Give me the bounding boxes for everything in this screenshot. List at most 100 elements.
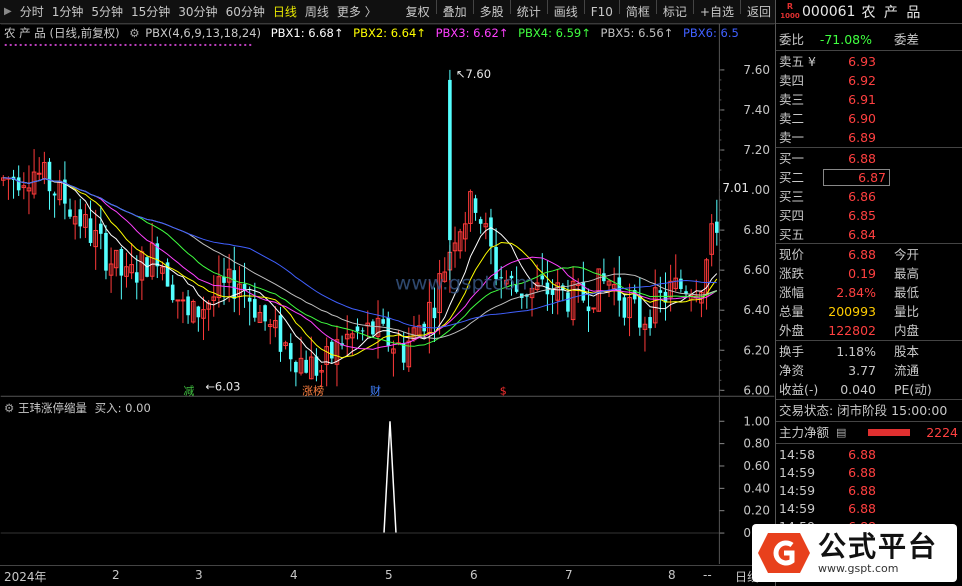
bid-label: 买五 <box>779 227 805 242</box>
period-tab-4[interactable]: 30分钟 <box>174 0 221 24</box>
legend-dot <box>234 43 237 46</box>
toolbar-divider <box>739 0 741 14</box>
period-tab-8[interactable]: 更多 〉 <box>333 0 381 24</box>
stat-label: 现价 <box>779 247 805 262</box>
tick-price: 6.88 <box>848 501 876 516</box>
main-net-row: 主力净额 ▤ 2224 <box>776 423 962 442</box>
tick-time: 14:59 <box>779 501 816 516</box>
toolbar-button-6[interactable]: 简框 <box>622 0 654 24</box>
brand-watermark: 公式平台 www.gspt.com <box>752 524 957 582</box>
toolbar-button-2[interactable]: 多股 <box>476 0 508 24</box>
stat-label2: 内盘 <box>894 323 920 338</box>
candle-body <box>288 343 293 360</box>
main-net-value: 2224 <box>926 425 958 440</box>
candle-body <box>658 290 663 293</box>
legend-dot <box>229 43 232 46</box>
legend-dot <box>194 43 197 46</box>
candle-body <box>622 297 627 318</box>
price-axis-label: 6.60 <box>743 263 770 277</box>
toolbar-divider <box>546 0 548 14</box>
order-ratio-row: 委比 -71.08% 委差 <box>776 30 962 49</box>
main-net-label: 主力净额 <box>779 425 830 440</box>
period-tab-1[interactable]: 1分钟 <box>48 0 88 24</box>
legend-dot <box>174 43 177 46</box>
pbx2-value: PBX2: 6.64↑ <box>353 26 426 40</box>
bid-price: 6.84 <box>848 227 876 242</box>
legend-dot <box>134 43 137 46</box>
toolbar-button-0[interactable]: 复权 <box>402 0 434 24</box>
legend-dot <box>44 43 47 46</box>
legend-dot <box>84 43 87 46</box>
toolbar-button-9[interactable]: 返回 <box>743 0 775 24</box>
stat2-row: 净资 3.77 流通 <box>776 361 962 380</box>
toolbar-button-1[interactable]: 叠加 <box>439 0 471 24</box>
ask-price: 6.93 <box>848 54 876 69</box>
dropdown-icon[interactable]: ▶ <box>0 6 16 17</box>
divider <box>776 243 962 244</box>
legend-dot <box>94 43 97 46</box>
indicator-name[interactable]: PBX(4,6,9,13,18,24) <box>145 26 261 40</box>
stat2-label: 净资 <box>779 363 805 378</box>
tick-row: 14:59 6.88 <box>776 463 962 482</box>
toolbar-button-4[interactable]: 画线 <box>550 0 582 24</box>
list-icon[interactable]: ▤ <box>836 423 846 442</box>
toolbar-button-8[interactable]: +自选 <box>696 0 738 24</box>
sub-axis-label: 1.00 <box>743 414 770 428</box>
time-axis-label: 6 <box>470 568 478 582</box>
ask-row: 卖四 6.92 <box>776 71 962 90</box>
stat-row: 涨幅 2.84% 最低 <box>776 283 962 302</box>
stat2-value: 3.77 <box>848 363 876 378</box>
sub-signal-spike <box>383 421 397 534</box>
tick-price: 6.88 <box>848 465 876 480</box>
period-tab-0[interactable]: 分时 <box>16 0 48 24</box>
period-tab-6[interactable]: 日线 <box>269 0 301 24</box>
legend-dot <box>54 43 57 46</box>
ma-line-pbx4 <box>3 177 717 347</box>
price-axis-label: 7.60 <box>743 63 770 77</box>
ask-price: 6.91 <box>848 92 876 107</box>
stat2-row: 换手 1.18% 股本 <box>776 342 962 361</box>
legend-dot <box>159 43 162 46</box>
candle-body <box>591 307 596 310</box>
pbx6-value: PBX6: 6.5 <box>682 26 739 40</box>
period-tab-5[interactable]: 60分钟 <box>222 0 269 24</box>
legend-dot <box>69 43 72 46</box>
candle-body <box>52 193 57 196</box>
divider <box>776 399 962 400</box>
ask-price: 6.92 <box>848 73 876 88</box>
bid-price[interactable]: 6.87 <box>823 169 890 186</box>
bid-label: 买四 <box>779 208 805 223</box>
period-tab-3[interactable]: 15分钟 <box>127 0 174 24</box>
candle-body <box>355 326 360 332</box>
sub-indicator-buy: 买入: 0.00 <box>94 401 151 415</box>
candle-body <box>186 296 190 316</box>
period-tab-7[interactable]: 周线 <box>301 0 333 24</box>
candle-body <box>489 217 493 247</box>
bid-row: 买一 6.88 <box>776 149 962 168</box>
tick-row: 14:59 6.88 <box>776 499 962 518</box>
stat2-value: 1.18% <box>836 344 876 359</box>
candle-body <box>381 319 385 324</box>
candle-body <box>638 296 642 328</box>
candle-body <box>648 317 652 329</box>
sub-legend: ⚙ 王玮涨停缩量 买入: 0.00 <box>4 400 151 416</box>
legend-dot <box>59 43 62 46</box>
legend-dot <box>29 43 32 46</box>
bid-price: 6.85 <box>848 208 876 223</box>
toolbar-button-5[interactable]: F10 <box>587 0 617 24</box>
settings-icon[interactable]: ⚙ <box>4 401 14 415</box>
candle-body <box>314 356 319 376</box>
settings-icon[interactable]: ⚙ <box>129 26 139 40</box>
legend-dot <box>64 43 67 46</box>
toolbar-button-3[interactable]: 统计 <box>513 0 545 24</box>
sub-indicator-name[interactable]: 王玮涨停缩量 <box>18 401 87 415</box>
toolbar-button-7[interactable]: 标记 <box>659 0 691 24</box>
kline-chart[interactable]: 7.607.407.207.006.806.606.406.206.007.01… <box>0 24 775 564</box>
bid-row: 买五 6.84 <box>776 225 962 244</box>
order-ratio-value: -71.08% <box>819 32 872 47</box>
stock-logo-icon: R 1000 <box>780 1 800 20</box>
period-tab-2[interactable]: 5分钟 <box>87 0 127 24</box>
candle-body <box>278 315 283 352</box>
stat-label2: 最低 <box>894 285 920 300</box>
ma-line-pbx6 <box>3 177 717 329</box>
